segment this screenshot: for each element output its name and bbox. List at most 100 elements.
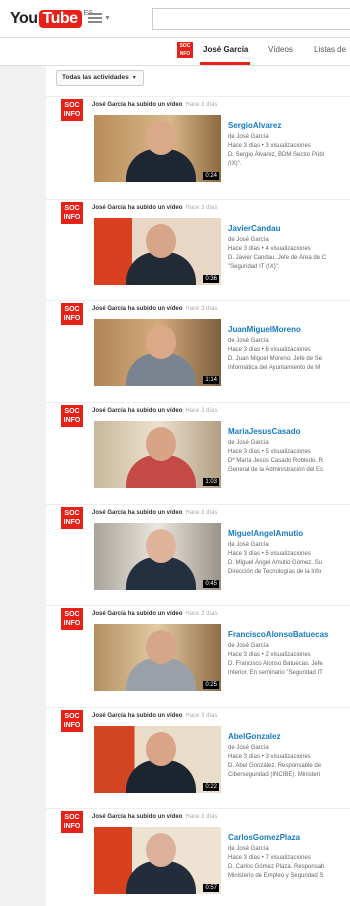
channel-avatar[interactable]: SOC INFO: [61, 811, 83, 833]
video-title-link[interactable]: JavierCandau: [228, 224, 280, 233]
video-uploader: de José García: [228, 846, 269, 852]
activity-text: José García ha subido un vídeo Hace 3 día…: [92, 205, 217, 211]
video-meta: Hace 3 días • 3 visualizaciones: [228, 143, 311, 149]
activity-text: José García ha subido un vídeo Hace 3 día…: [92, 102, 217, 108]
video-duration: 0:36: [203, 275, 219, 283]
tab-playlists[interactable]: Listas de: [314, 45, 346, 54]
activity-text: José García ha subido un vídeo Hace 3 día…: [92, 408, 217, 414]
video-thumbnail[interactable]: 1:14: [94, 319, 221, 386]
video-thumbnail[interactable]: 0:25: [94, 624, 221, 691]
left-gutter: [0, 66, 46, 906]
video-duration: 0:57: [203, 884, 219, 892]
youtube-logo[interactable]: You Tube ES: [10, 10, 93, 28]
video-uploader: de José García: [228, 237, 269, 243]
video-thumbnail[interactable]: 0:57: [94, 827, 221, 894]
activity-time: Hace 3 días: [185, 205, 218, 211]
channel-avatar[interactable]: SOC INFO: [61, 303, 83, 325]
video-title-link[interactable]: JuanMiguelMoreno: [228, 325, 301, 334]
menu-icon[interactable]: [88, 13, 102, 23]
avatar-text: SOC INFO: [63, 102, 81, 118]
video-duration: 0:22: [203, 783, 219, 791]
video-title-link[interactable]: FranciscoAlonsoBatuecas: [228, 630, 328, 639]
logo-you-text: You: [10, 10, 38, 27]
tab-home[interactable]: José García: [203, 45, 248, 54]
active-tab-indicator: [200, 62, 250, 65]
video-description: D. Francisco Alonso Batuecas. Jefe: [228, 661, 323, 667]
activity-time: Hace 3 días: [185, 814, 218, 820]
video-duration: 0:24: [203, 172, 219, 180]
channel-avatar[interactable]: SOC INFO: [61, 507, 83, 529]
activity-text: José García ha subido un vídeo Hace 3 día…: [92, 510, 217, 516]
video-description: Dª María Jesús Casado Robledo. R: [228, 458, 323, 464]
chevron-down-icon: ▼: [131, 75, 137, 81]
activity-label: José García ha subido un vídeo: [92, 814, 183, 820]
video-uploader: de José García: [228, 134, 269, 140]
video-description-cont: Dirección de Tecnologías de la Info: [228, 569, 322, 575]
video-description-cont: Informática del Ayuntamiento de M: [228, 365, 321, 371]
activity-time: Hace 3 días: [185, 102, 218, 108]
channel-avatar[interactable]: SOC INFO: [61, 710, 83, 732]
avatar-text: SOC INFO: [63, 611, 81, 627]
video-description-cont: (IX)".: [228, 161, 242, 167]
activity-feed: Todas las actividades ▼ SOC INFO José Garc…: [46, 66, 350, 906]
avatar-text: SOC INFO: [63, 814, 81, 830]
list-item: SOC INFO José García ha subido un vídeo Ha…: [46, 707, 350, 807]
activity-label: José García ha subido un vídeo: [92, 102, 183, 108]
video-meta: Hace 3 días • 4 visualizaciones: [228, 246, 311, 252]
channel-avatar[interactable]: SOC INFO: [61, 99, 83, 121]
video-description-cont: "Seguridad IT (IX)".: [228, 264, 280, 270]
avatar-text: SOC INFO: [63, 713, 81, 729]
activity-filter-dropdown[interactable]: Todas las actividades ▼: [56, 70, 144, 86]
video-thumbnail[interactable]: 0:22: [94, 726, 221, 793]
activity-time: Hace 3 días: [185, 408, 218, 414]
avatar-text: SOC INFO: [63, 205, 81, 221]
activity-label: José García ha subido un vídeo: [92, 306, 183, 312]
video-description-cont: General de la Administración del Es: [228, 467, 324, 473]
activity-time: Hace 3 días: [185, 611, 218, 617]
video-uploader: de José García: [228, 542, 269, 548]
video-thumbnail[interactable]: 1:03: [94, 421, 221, 488]
avatar-text: SOC INFO: [63, 408, 81, 424]
activity-time: Hace 3 días: [185, 510, 218, 516]
activity-label: José García ha subido un vídeo: [92, 713, 183, 719]
channel-avatar[interactable]: SOC INFO: [61, 405, 83, 427]
video-description: D. Javier Candau. Jefe de Área de C: [228, 255, 327, 261]
list-item: SOC INFO José García ha subido un vídeo Ha…: [46, 808, 350, 906]
video-meta: Hace 3 días • 3 visualizaciones: [228, 754, 311, 760]
activity-label: José García ha subido un vídeo: [92, 408, 183, 414]
video-title-link[interactable]: MariaJesusCasado: [228, 427, 300, 436]
video-uploader: de José García: [228, 440, 269, 446]
video-description: D. Miguel Ángel Amutio Gómez. Su: [228, 560, 323, 566]
video-duration: 1:14: [203, 376, 219, 384]
video-uploader: de José García: [228, 643, 269, 649]
channel-avatar[interactable]: SOC NFO: [177, 42, 193, 58]
logo-tube-text: Tube: [38, 10, 82, 28]
video-description-cont: Interior. En seminario "Seguridad IT: [228, 670, 323, 676]
channel-avatar-text: SOC NFO: [179, 43, 191, 57]
activity-time: Hace 3 días: [185, 713, 218, 719]
video-meta: Hace 3 días • 5 visualizaciones: [228, 551, 311, 557]
list-item: SOC INFO José García ha subido un vídeo Ha…: [46, 300, 350, 400]
search-input[interactable]: [152, 8, 350, 30]
video-description-cont: Ministerio de Empleo y Seguridad S: [228, 873, 324, 879]
video-thumbnail[interactable]: 0:36: [94, 218, 221, 285]
video-title-link[interactable]: AbelGonzalez: [228, 732, 280, 741]
activity-text: José García ha subido un vídeo Hace 3 día…: [92, 306, 217, 312]
video-duration: 1:03: [203, 478, 219, 486]
tab-videos[interactable]: Vídeos: [268, 45, 293, 54]
video-title-link[interactable]: SergioAlvarez: [228, 121, 281, 130]
list-item: SOC INFO José García ha subido un vídeo Ha…: [46, 402, 350, 502]
video-title-link[interactable]: CarlosGomezPlaza: [228, 833, 300, 842]
video-description: D. Abel González. Responsable de: [228, 763, 322, 769]
channel-avatar[interactable]: SOC INFO: [61, 202, 83, 224]
video-duration: 0:25: [203, 681, 219, 689]
video-thumbnail[interactable]: 0:24: [94, 115, 221, 182]
video-description: D. Juan Miguel Moreno. Jefe de Se: [228, 356, 323, 362]
list-item: SOC INFO José García ha subido un vídeo Ha…: [46, 504, 350, 604]
channel-avatar[interactable]: SOC INFO: [61, 608, 83, 630]
activity-label: José García ha subido un vídeo: [92, 510, 183, 516]
video-thumbnail[interactable]: 0:45: [94, 523, 221, 590]
video-meta: Hace 3 días • 7 visualizaciones: [228, 855, 311, 861]
video-title-link[interactable]: MiguelAngelAmutio: [228, 529, 303, 538]
chevron-down-icon[interactable]: ▼: [104, 15, 111, 22]
